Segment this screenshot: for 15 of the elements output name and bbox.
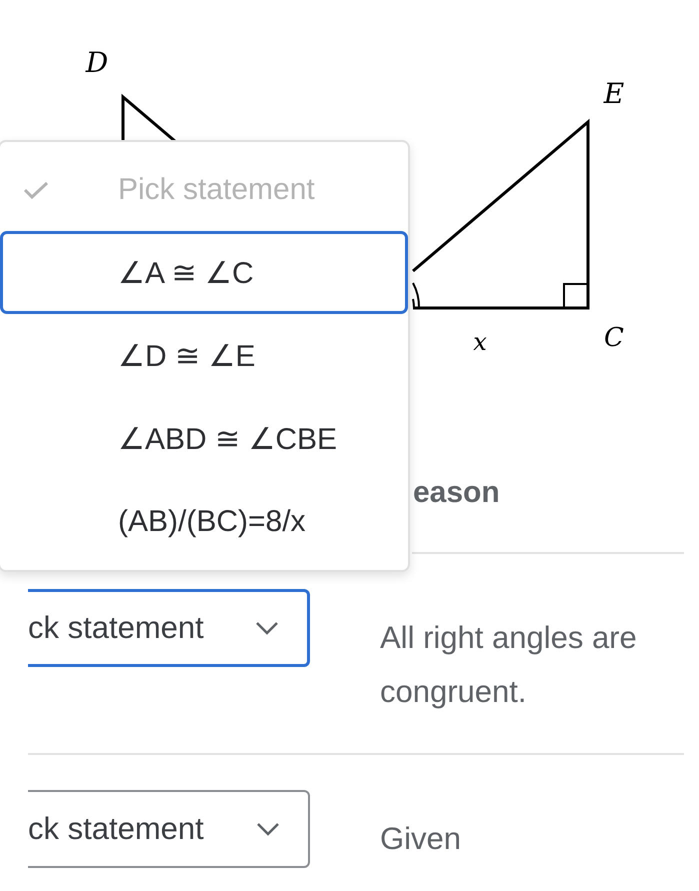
reason-text: Given xyxy=(380,820,462,858)
vertex-label: C xyxy=(604,323,624,353)
menu-option[interactable]: (AB)/(BC)=8/x xyxy=(0,480,408,563)
vertex-label: D xyxy=(86,46,108,79)
vertex-label: x xyxy=(473,328,487,356)
chevron-down-icon xyxy=(255,621,279,635)
menu-option[interactable]: ∠D ≅ ∠E xyxy=(0,314,408,397)
vertex-label: E xyxy=(604,77,624,110)
column-header: eason xyxy=(413,476,500,510)
reason-text: All right angles are congruent. xyxy=(380,619,638,711)
statement-dropdown[interactable]: ck statement xyxy=(28,790,310,868)
menu-option[interactable]: ∠ABD ≅ ∠CBE xyxy=(0,397,408,480)
chevron-down-icon xyxy=(256,822,280,836)
statement-dropdown[interactable]: ck statement xyxy=(28,589,310,667)
menu-option[interactable]: ∠A ≅ ∠C xyxy=(0,231,408,314)
